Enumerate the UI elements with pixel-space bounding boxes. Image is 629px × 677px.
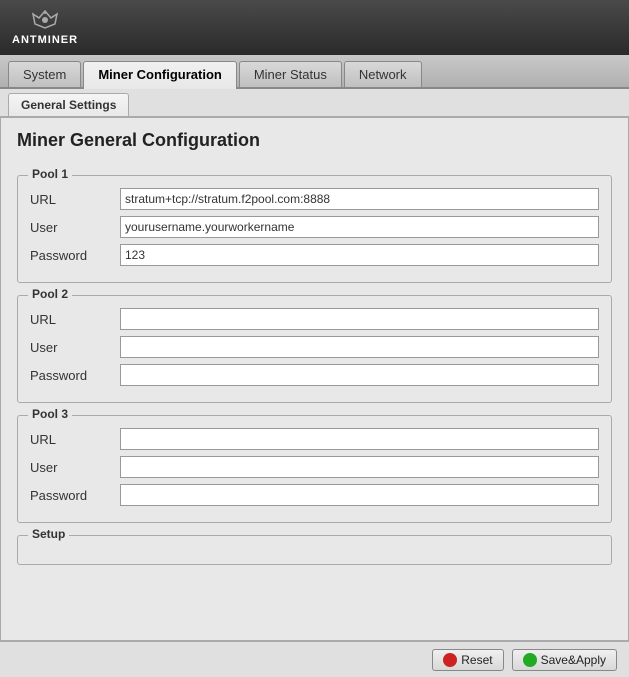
pool2-password-row: Password — [30, 364, 599, 386]
pool2-group: Pool 2 URL User Password — [17, 295, 612, 403]
tab-miner-config[interactable]: Miner Configuration — [83, 61, 237, 89]
main-tab-bar: System Miner Configuration Miner Status … — [0, 55, 629, 89]
tab-network[interactable]: Network — [344, 61, 422, 87]
pool2-password-input[interactable] — [120, 364, 599, 386]
footer: Reset Save&Apply — [0, 641, 629, 677]
pool3-user-row: User — [30, 456, 599, 478]
reset-icon — [443, 653, 457, 667]
pool1-password-input[interactable] — [120, 244, 599, 266]
save-label: Save&Apply — [541, 653, 606, 667]
pool2-url-label: URL — [30, 312, 120, 327]
pool3-url-label: URL — [30, 432, 120, 447]
setup-legend: Setup — [28, 527, 69, 541]
app-header: ANTMINER — [0, 0, 629, 55]
tab-system[interactable]: System — [8, 61, 81, 87]
reset-button[interactable]: Reset — [432, 649, 503, 671]
pool3-url-row: URL — [30, 428, 599, 450]
pool2-url-row: URL — [30, 308, 599, 330]
pool3-group: Pool 3 URL User Password — [17, 415, 612, 523]
logo-icon — [31, 10, 59, 32]
pool3-password-label: Password — [30, 488, 120, 503]
logo-text: ANTMINER — [12, 34, 78, 46]
pool3-user-input[interactable] — [120, 456, 599, 478]
main-content: Miner General Configuration Pool 1 URL U… — [0, 117, 629, 641]
pool2-password-label: Password — [30, 368, 120, 383]
subtab-general-settings[interactable]: General Settings — [8, 93, 129, 116]
logo: ANTMINER — [12, 10, 78, 46]
pool3-user-label: User — [30, 460, 120, 475]
pool1-password-row: Password — [30, 244, 599, 266]
pool2-user-row: User — [30, 336, 599, 358]
pool2-user-label: User — [30, 340, 120, 355]
pool3-password-input[interactable] — [120, 484, 599, 506]
pool3-legend: Pool 3 — [28, 407, 72, 421]
tab-miner-status[interactable]: Miner Status — [239, 61, 342, 87]
setup-group: Setup — [17, 535, 612, 565]
pool2-legend: Pool 2 — [28, 287, 72, 301]
pool1-url-input[interactable] — [120, 188, 599, 210]
save-icon — [523, 653, 537, 667]
pool1-user-row: User — [30, 216, 599, 238]
pool1-legend: Pool 1 — [28, 167, 72, 181]
pool1-url-row: URL — [30, 188, 599, 210]
pool2-user-input[interactable] — [120, 336, 599, 358]
pool2-url-input[interactable] — [120, 308, 599, 330]
page-title: Miner General Configuration — [17, 130, 612, 159]
reset-label: Reset — [461, 653, 492, 667]
save-apply-button[interactable]: Save&Apply — [512, 649, 617, 671]
pool1-user-input[interactable] — [120, 216, 599, 238]
subtab-bar: General Settings — [0, 89, 629, 117]
pool3-url-input[interactable] — [120, 428, 599, 450]
pool1-group: Pool 1 URL User Password — [17, 175, 612, 283]
pool3-password-row: Password — [30, 484, 599, 506]
pool1-user-label: User — [30, 220, 120, 235]
pool1-url-label: URL — [30, 192, 120, 207]
pool1-password-label: Password — [30, 248, 120, 263]
